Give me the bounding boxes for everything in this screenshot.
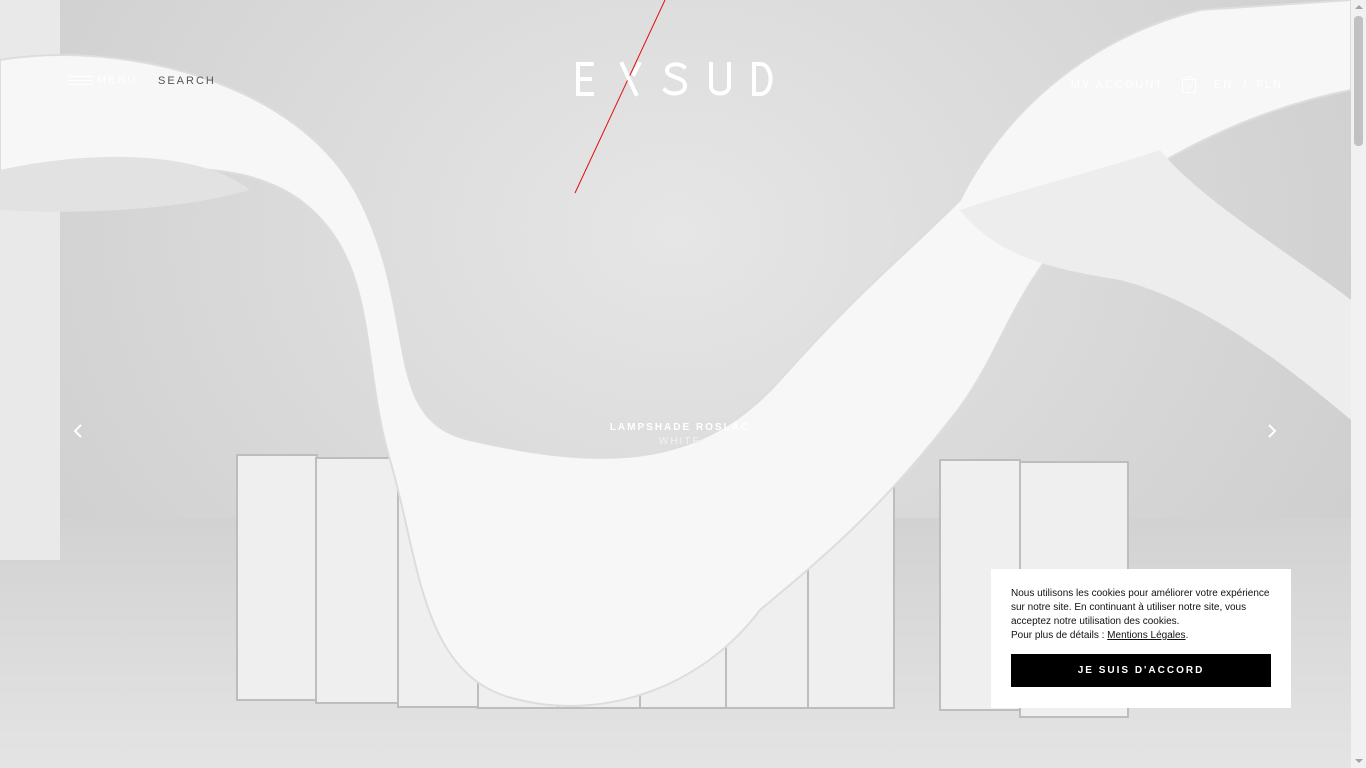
page: MENU SEARCH MY ACCOUNT 0 EN / FLN LAMPSH… (0, 0, 1366, 768)
hamburger-icon (68, 75, 93, 85)
slide-caption[interactable]: LAMPSHADE ROSLAC WHITE (580, 422, 780, 447)
cookie-details-prefix: Pour plus de détails : (1011, 630, 1108, 641)
scroll-up-icon[interactable] (1355, 5, 1363, 9)
cookie-agree-button[interactable]: JE SUIS D'ACCORD (1011, 654, 1271, 687)
menu-button[interactable]: MENU (68, 74, 137, 86)
language-en[interactable]: EN (1214, 79, 1233, 91)
chevron-right-icon[interactable] (1264, 423, 1280, 439)
scrollbar-thumb[interactable] (1354, 16, 1363, 146)
language-fr[interactable]: FLN (1256, 79, 1283, 91)
page-scrollbar[interactable] (1351, 0, 1366, 768)
my-account-link[interactable]: MY ACCOUNT (1071, 79, 1164, 91)
shopping-bag-icon[interactable]: 0 (1181, 76, 1196, 93)
legal-notice-link[interactable]: Mentions Légales (1107, 630, 1185, 641)
cookie-banner: Nous utilisons les cookies pour améliore… (991, 569, 1291, 708)
language-separator: / (1243, 78, 1247, 91)
slide-subtitle: WHITE (658, 436, 702, 447)
cookie-text: Nous utilisons les cookies pour améliore… (1011, 587, 1271, 643)
header-right-nav: MY ACCOUNT 0 EN / FLN (1071, 76, 1283, 93)
chevron-left-icon[interactable] (70, 423, 86, 439)
exsud-logo[interactable] (574, 58, 778, 102)
scroll-down-icon[interactable] (1355, 759, 1363, 763)
cookie-message: Nous utilisons les cookies pour améliore… (1011, 588, 1270, 627)
slide-title: LAMPSHADE ROSLAC (609, 422, 751, 433)
cart-count: 0 (1186, 82, 1192, 92)
menu-label: MENU (97, 74, 138, 86)
search-link[interactable]: SEARCH (158, 75, 216, 87)
cookie-details-suffix: . (1185, 630, 1189, 641)
